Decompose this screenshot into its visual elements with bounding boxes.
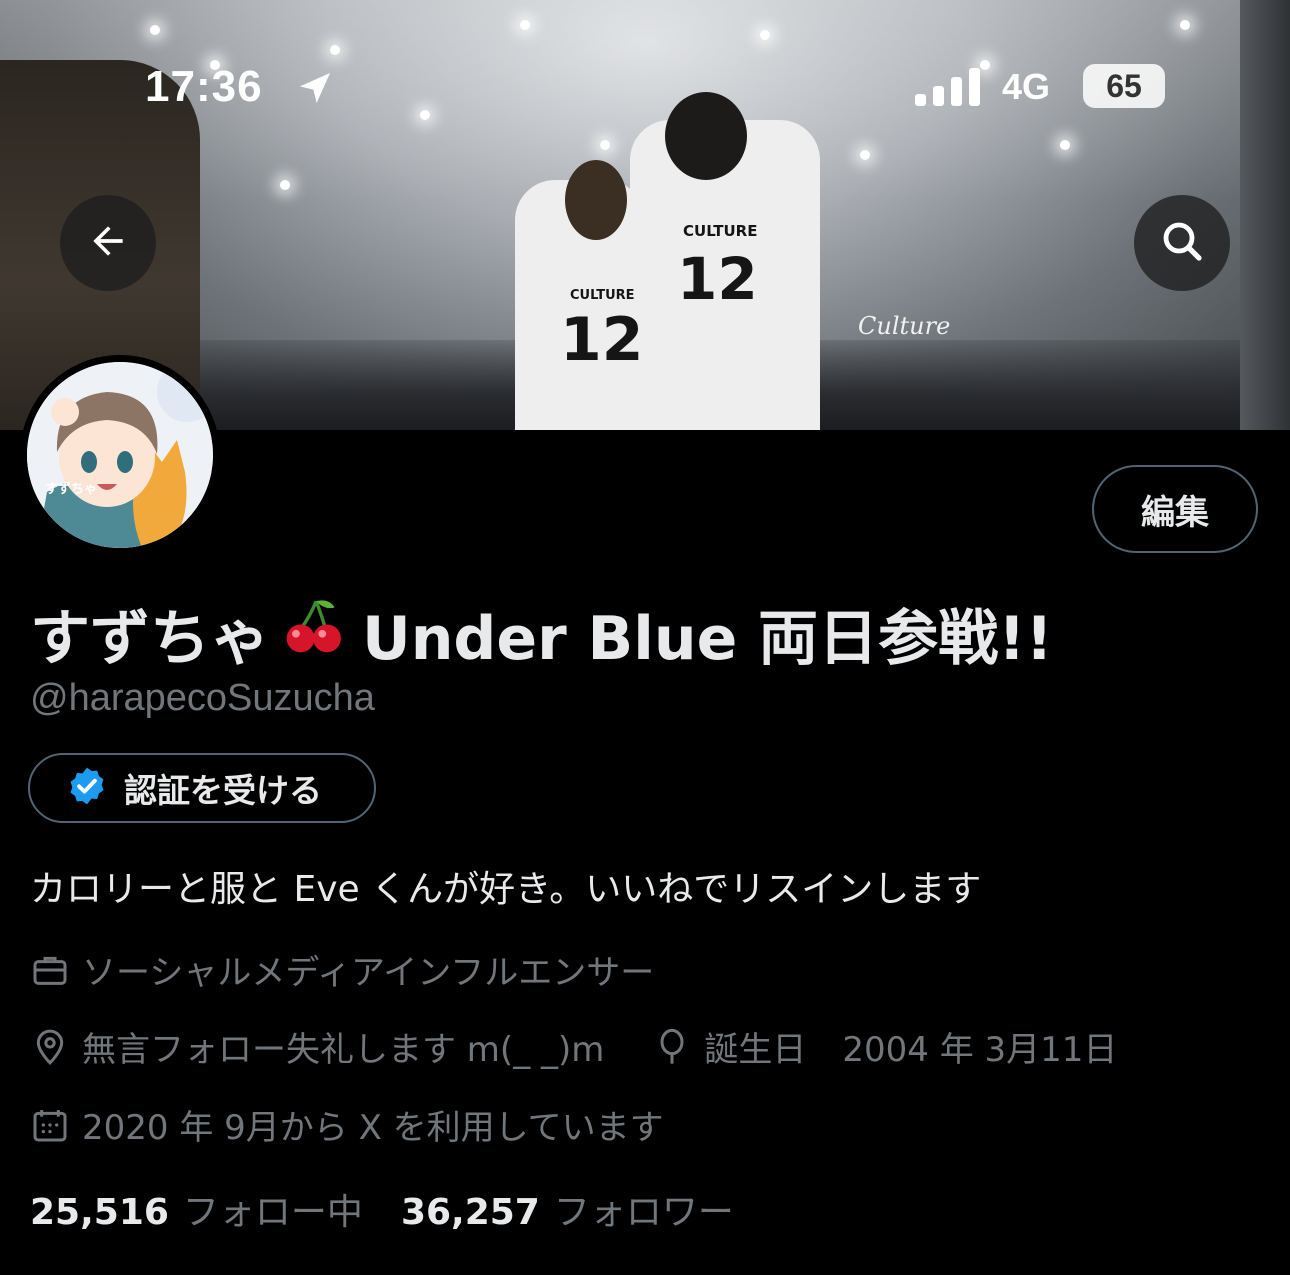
profile-avatar[interactable]: すずちゃ bbox=[20, 355, 220, 555]
profile-location-birthday-row: 無言フォロー失礼します m(_ _)m 誕生日 2004 年 3月11日 bbox=[30, 1022, 1117, 1071]
jersey-text: CULTURE bbox=[570, 288, 635, 303]
verified-badge-icon bbox=[66, 765, 108, 811]
location-pin-icon bbox=[30, 1027, 70, 1067]
stage-light bbox=[280, 180, 290, 190]
user-handle: @harapecoSuzucha bbox=[30, 677, 375, 719]
balloon-icon bbox=[652, 1027, 692, 1067]
display-name-text: すずちゃ bbox=[30, 604, 270, 674]
display-name-suffix: Under Blue 両日参戦!! bbox=[362, 604, 1053, 674]
edit-profile-button[interactable]: 編集 bbox=[1092, 465, 1258, 553]
location-arrow-icon bbox=[295, 68, 335, 112]
status-bar: 17:36 4G 65 bbox=[0, 0, 1290, 180]
status-time: 17:36 bbox=[145, 62, 263, 111]
profile-category-row: ソーシャルメディアインフルエンサー bbox=[30, 945, 654, 994]
signal-bars-icon bbox=[915, 68, 981, 112]
calendar-icon bbox=[30, 1105, 70, 1145]
avatar-illustration: すずちゃ bbox=[27, 362, 213, 548]
briefcase-icon bbox=[30, 950, 70, 990]
jersey-number: 12 bbox=[677, 245, 758, 313]
magnifier-icon bbox=[1158, 217, 1206, 269]
birthday-label: 誕生日 bbox=[704, 1030, 807, 1070]
profile-location: 無言フォロー失礼します m(_ _)m bbox=[82, 1030, 605, 1070]
jersey-number: 12 bbox=[560, 305, 644, 375]
get-verified-button[interactable]: 認証を受ける bbox=[28, 753, 376, 823]
followers-label: フォロワー bbox=[553, 1192, 734, 1233]
followers-count: 36,257 bbox=[400, 1192, 540, 1233]
back-button[interactable] bbox=[60, 195, 156, 291]
search-button[interactable] bbox=[1134, 195, 1230, 291]
stage-logo: Culture bbox=[858, 312, 951, 340]
following-link[interactable]: 25,516 フォロー中 bbox=[30, 1183, 363, 1235]
get-verified-label: 認証を受ける bbox=[124, 771, 322, 810]
joined-date: 2020 年 9月から X を利用しています bbox=[82, 1108, 664, 1148]
jersey-text: CULTURE bbox=[683, 222, 758, 240]
avatar-art bbox=[27, 362, 213, 548]
battery-indicator: 65 bbox=[1083, 64, 1165, 108]
profile-category: ソーシャルメディアインフルエンサー bbox=[82, 953, 655, 993]
profile-joined-row: 2020 年 9月から X を利用しています bbox=[30, 1100, 664, 1149]
profile-bio: カロリーと服と Eve くんが好き。いいねでリスインします bbox=[30, 869, 982, 910]
cherry-icon bbox=[282, 595, 344, 672]
network-type: 4G bbox=[1002, 66, 1051, 107]
following-label: フォロー中 bbox=[182, 1192, 363, 1233]
arrow-left-icon bbox=[86, 219, 130, 267]
avatar-text: すずちゃ bbox=[45, 482, 98, 497]
following-count: 25,516 bbox=[30, 1192, 169, 1233]
birthday-date: 2004 年 3月11日 bbox=[842, 1030, 1118, 1070]
follow-stats: 25,516 フォロー中 36,257 フォロワー bbox=[30, 1183, 734, 1235]
display-name: すずちゃ Under Blue 両日参戦!! bbox=[30, 590, 1053, 677]
followers-link[interactable]: 36,257 フォロワー bbox=[401, 1183, 734, 1235]
